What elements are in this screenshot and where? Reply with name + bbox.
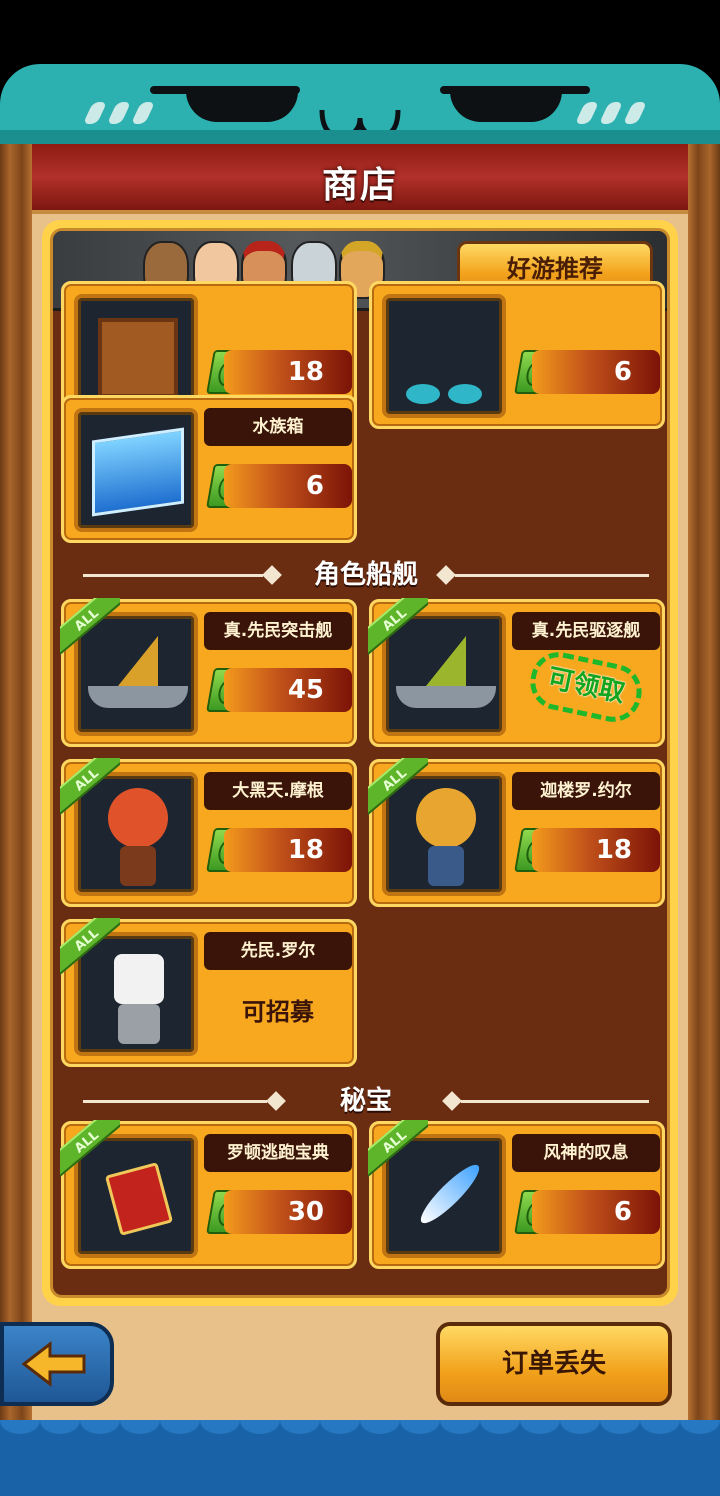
blush-mark [574,102,600,124]
character-body-icon [428,846,464,886]
all-tag: ALL [368,1120,428,1180]
wave-decor [640,1420,680,1434]
bottom-wave-band [0,1420,720,1496]
all-tag: ALL [60,758,120,818]
item-price: 6 [532,350,660,394]
section-header-ships: 角色船舰 [83,555,649,595]
item-name: 先民.罗尔 [204,932,352,970]
all-tag: ALL [60,598,120,658]
item-name: 风神的叹息 [512,1134,660,1172]
wave-decor [120,1420,160,1434]
title-bar: 商店 [32,144,688,214]
wave-decor [560,1420,600,1434]
all-tag: ALL [368,758,428,818]
item-price: 18 [224,828,352,872]
item-price: 18 [532,828,660,872]
right-eye [450,88,562,122]
wave-decor [400,1420,440,1434]
status-bar-area [0,0,720,64]
page-title: 商店 [321,165,398,206]
wave-decor [240,1420,280,1434]
left-eye [186,88,298,122]
item-name: 大黑天.摩根 [204,772,352,810]
item-price: 6 [224,464,352,508]
order-lost-button[interactable]: 订单丢失 [436,1322,672,1406]
wave-decor [0,1420,40,1434]
item-price: 18 [224,350,352,394]
wave-decor [680,1420,720,1434]
recruit-status: 可招募 [242,998,314,1026]
ship-sail-icon [118,636,158,686]
shop-card[interactable]: 6 [369,281,665,429]
shop-card-rol[interactable]: ALL 先民.罗尔 可招募 [60,918,357,1067]
divider-line [461,1100,649,1103]
all-tag: ALL [368,598,428,658]
all-tag-label: ALL [368,1120,428,1180]
shop-panel: 好游推荐 18 6 水族箱 6 角色船舰 ALL 真.先民突击舰 45 ALL … [42,220,678,1306]
shop-card-escape-book[interactable]: ALL 罗顿逃跑宝典 30 [60,1120,357,1269]
wave-decor [40,1420,80,1434]
wave-decor [320,1420,360,1434]
item-price: 45 [224,668,352,712]
back-button[interactable] [0,1322,114,1406]
wave-decor [360,1420,400,1434]
all-tag: ALL [60,918,120,978]
blush-mark [106,102,132,124]
shop-scroll-area[interactable]: 好游推荐 18 6 水族箱 6 角色船舰 ALL 真.先民突击舰 45 ALL … [50,228,670,1298]
goggles-icon [406,384,440,404]
character-body-icon [118,1004,160,1044]
shop-card-water-box[interactable]: 水族箱 6 [61,395,357,543]
all-tag-label: ALL [60,598,120,658]
goggles-image [382,294,506,418]
shop-card-john[interactable]: ALL 迦楼罗.约尔 18 [368,758,665,907]
divider-line [455,574,649,577]
blush-mark [622,102,648,124]
shop-card-ship-destroyer[interactable]: ALL 真.先民驱逐舰 可领取 [368,598,665,747]
shop-card-wind-sigh[interactable]: ALL 风神的叹息 6 [368,1120,665,1269]
shop-card-ship-assault[interactable]: ALL 真.先民突击舰 45 [60,598,357,747]
wave-decor [600,1420,640,1434]
wave-decor [80,1420,120,1434]
section-header-treasure: 秘宝 [83,1081,649,1121]
shop-card-morgan[interactable]: ALL 大黑天.摩根 18 [60,758,357,907]
all-tag-label: ALL [60,918,120,978]
wave-decor [480,1420,520,1434]
crate-icon [98,318,178,398]
all-tag-label: ALL [60,1120,120,1180]
all-tag-label: ALL [60,758,120,818]
item-price: 6 [532,1190,660,1234]
wave-decor [440,1420,480,1434]
claimable-stamp[interactable]: 可领取 [525,646,647,728]
teal-face-header [0,64,720,144]
character-head-icon [114,954,164,1004]
item-name: 迦楼罗.约尔 [512,772,660,810]
item-price: 30 [224,1190,352,1234]
ship-sail-icon [426,636,466,686]
wave-decor [160,1420,200,1434]
aquarium-image [74,408,198,532]
header-band [0,130,720,144]
back-arrow-icon [21,1340,86,1388]
blush-mark [598,102,624,124]
wave-decor [520,1420,560,1434]
item-name: 真.先民突击舰 [204,612,352,650]
blush-mark [82,102,108,124]
goggles-icon [448,384,482,404]
blush-mark [130,102,156,124]
all-tag: ALL [60,1120,120,1180]
wave-decor [280,1420,320,1434]
wave-decor [200,1420,240,1434]
character-body-icon [120,846,156,886]
item-name: 真.先民驱逐舰 [512,612,660,650]
all-tag-label: ALL [368,598,428,658]
aquarium-icon [92,427,184,517]
ship-hull-icon [88,686,188,708]
all-tag-label: ALL [368,758,428,818]
item-name: 罗顿逃跑宝典 [204,1134,352,1172]
item-name: 水族箱 [204,408,352,446]
ship-hull-icon [396,686,496,708]
